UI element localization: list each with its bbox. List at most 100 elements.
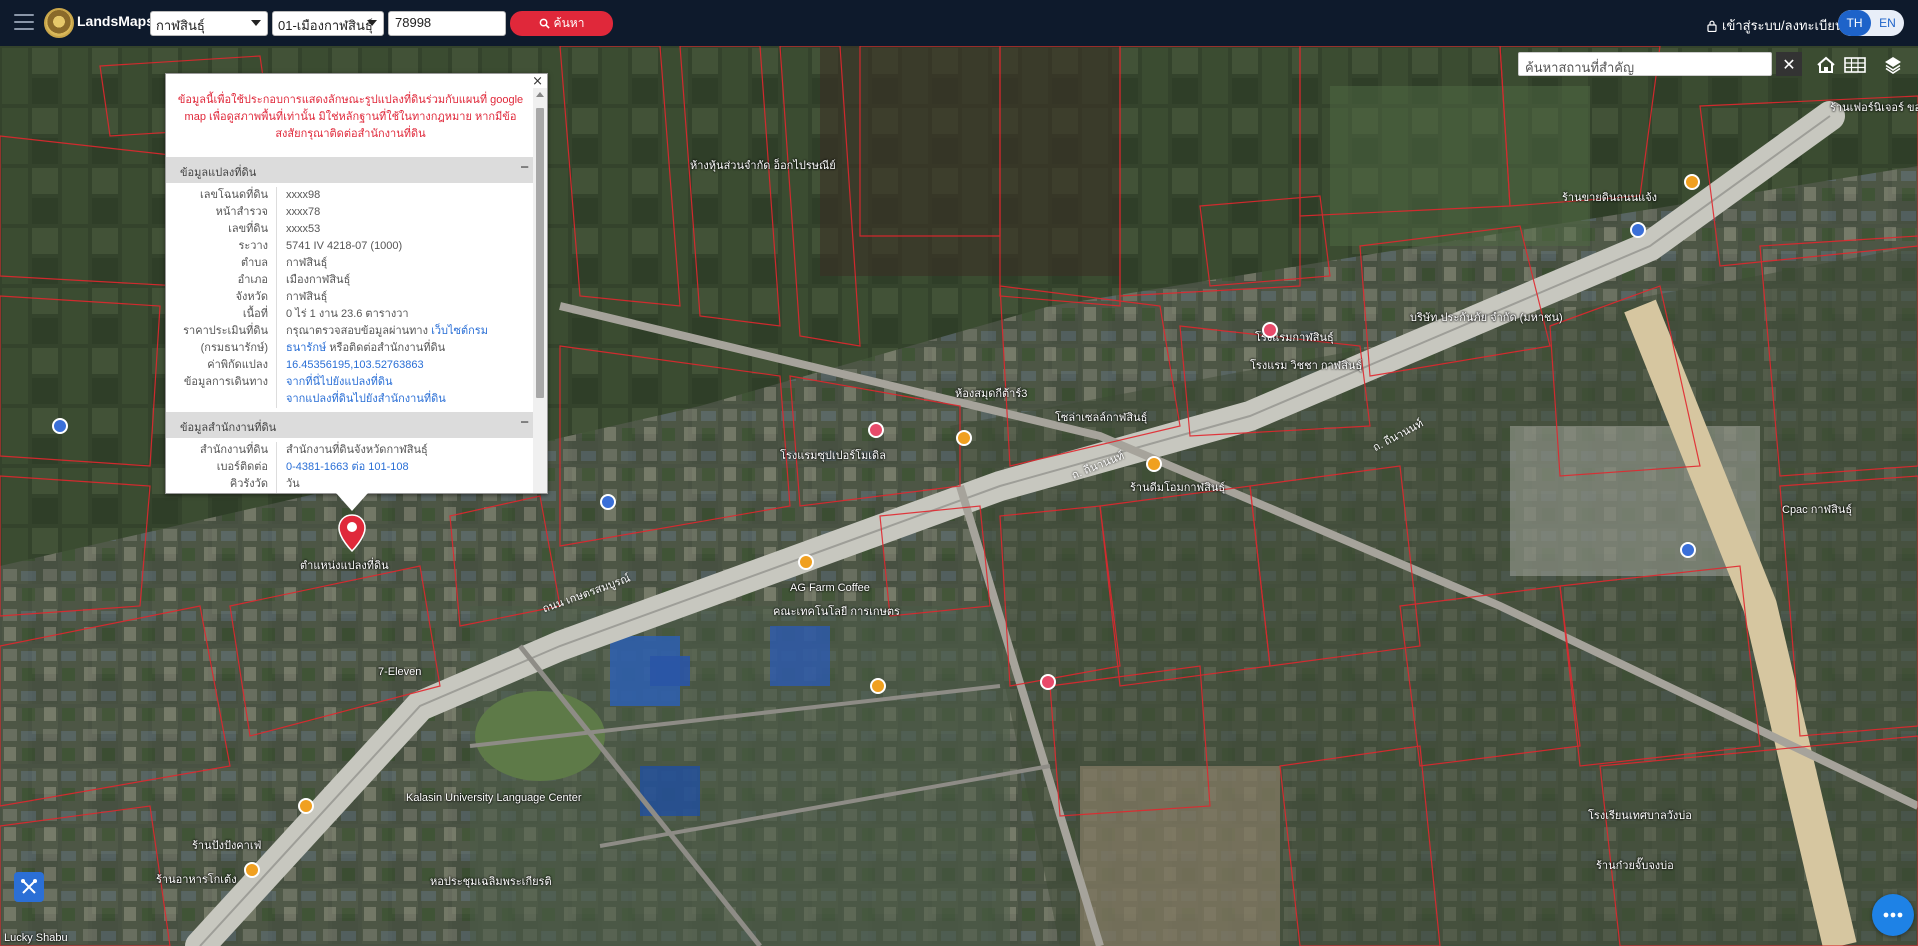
poi-pin-icon[interactable]	[244, 862, 260, 878]
poi-label: คณะเทคโนโลยี การเกษตร	[773, 606, 900, 618]
poi-label: โซล่าเซลล์กาฬสินธุ์	[1055, 412, 1148, 424]
row-key: ค่าพิกัดแปลง	[207, 359, 268, 371]
row-key: สำนักงานที่ดิน	[199, 444, 268, 456]
layers-icon[interactable]	[1880, 52, 1906, 78]
land-info-section-title: ข้อมูลแปลงที่ดิน	[180, 167, 257, 179]
row-value: วัน	[286, 478, 300, 490]
poi-pin-icon[interactable]	[956, 430, 972, 446]
chevron-down-icon	[251, 20, 261, 26]
treasury-website-link[interactable]: เว็บไซต์กรม	[431, 325, 488, 337]
row-key: อำเภอ	[237, 274, 268, 286]
row-value: เมืองกาฬสินธุ์	[286, 274, 351, 286]
top-bar: LandsMaps กาฬสินธุ์ 01-เมืองกาฬสินธุ์ 78…	[0, 0, 1918, 46]
office-info-section-header[interactable]: ข้อมูลสำนักงานที่ดิน −	[166, 412, 535, 438]
collapse-icon[interactable]: −	[520, 414, 529, 431]
login-label: เข้าสู่ระบบ/ลงทะเบียน	[1722, 18, 1844, 33]
treasury-dept-link[interactable]: ธนารักษ์	[286, 342, 326, 354]
parcel-number-input[interactable]: 78998	[388, 11, 506, 36]
more-icon	[1883, 912, 1903, 918]
row-key: ราคาประเมินที่ดิน	[183, 325, 268, 337]
row-key: เลขที่ดิน	[228, 223, 268, 235]
row-value: xxxx53	[286, 223, 321, 235]
poi-label: Cpac กาฬสินธุ์	[1782, 504, 1853, 516]
row-key: เนื้อที่	[242, 308, 268, 320]
row-value: จากแปลงที่ดินไปยังสำนักงานที่ดิน	[277, 391, 535, 408]
row-value: 0-4381-1663 ต่อ 101-108	[277, 459, 535, 476]
chevron-down-icon	[367, 20, 377, 26]
lang-th-button[interactable]: TH	[1838, 10, 1871, 36]
row-key: ตำบล	[240, 257, 268, 269]
office-info-rows: สำนักงานที่ดิน สำนักงานที่ดินจังหวัดกาฬสิ…	[166, 438, 535, 493]
district-select[interactable]: 01-เมืองกาฬสินธุ์	[272, 11, 384, 36]
poi-label: ห้องสมุดกีต้าร์3	[955, 388, 1028, 400]
district-select-value: 01-เมืองกาฬสินธุ์	[278, 18, 373, 33]
poi-pin-icon[interactable]	[600, 494, 616, 510]
office-info-section-title: ข้อมูลสำนักงานที่ดิน	[180, 422, 277, 434]
parcel-marker-label: ตำแหน่งแปลงที่ดิน	[300, 560, 389, 572]
grid-icon[interactable]	[1842, 52, 1868, 78]
poi-label: ร้านปังปังคาเฟ่	[192, 840, 262, 852]
info-row: หน้าสำรวจ xxxx78	[166, 204, 535, 221]
popup-close-button[interactable]: ×	[532, 75, 543, 88]
directions-to-parcel-link[interactable]: จากที่นี่ไปยังแปลงที่ดิน	[286, 376, 392, 388]
collapse-icon[interactable]: −	[520, 159, 529, 176]
poi-label: ร้านก๋วยจั๊บจงบ่อ	[1596, 860, 1674, 872]
landsmaps-logo	[44, 8, 74, 38]
poi-pin-icon[interactable]	[1684, 174, 1700, 190]
poi-label: ร้านดีมโอมกาฬสินธุ์	[1130, 482, 1226, 494]
office-phone-link[interactable]: 0-4381-1663 ต่อ 101-108	[286, 461, 409, 473]
info-row: ราคาประเมินที่ดิน กรุณาตรวจสอบข้อมูลผ่านท…	[166, 323, 535, 340]
row-key: ข้อมูลการเดินทาง	[183, 376, 268, 388]
info-row: จังหวัด กาฬสินธุ์	[166, 289, 535, 306]
poi-pin-icon[interactable]	[1040, 674, 1056, 690]
scrollbar-thumb[interactable]	[536, 108, 544, 398]
poi-pin-icon[interactable]	[1146, 456, 1162, 472]
login-link[interactable]: เข้าสู่ระบบ/ลงทะเบียน	[1707, 15, 1844, 36]
poi-pin-icon[interactable]	[1680, 542, 1696, 558]
popup-scrollbar[interactable]	[533, 88, 547, 493]
measure-tool-button[interactable]	[14, 872, 44, 902]
search-icon	[539, 18, 550, 29]
parcel-marker-icon[interactable]	[338, 514, 366, 556]
poi-pin-icon[interactable]	[1630, 222, 1646, 238]
info-row: (กรมธนารักษ์) ธนารักษ์ หรือติดต่อสำนักงาน…	[166, 340, 535, 357]
info-row: อำเภอ เมืองกาฬสินธุ์	[166, 272, 535, 289]
info-row: เลขโฉนดที่ดิน xxxx98	[166, 187, 535, 204]
lang-en-button[interactable]: EN	[1871, 10, 1904, 36]
row-key: ระวาง	[238, 240, 268, 252]
home-icon[interactable]	[1813, 52, 1839, 78]
menu-icon[interactable]	[14, 14, 34, 30]
land-info-section-header[interactable]: ข้อมูลแปลงที่ดิน −	[166, 157, 535, 183]
poi-pin-icon[interactable]	[868, 422, 884, 438]
poi-pin-icon[interactable]	[52, 418, 68, 434]
poi-label: บริษัท ประกันภัย จำกัด (มหาชน)	[1410, 312, 1563, 324]
poi-label: Lucky Shabu	[4, 932, 68, 944]
brand-name: LandsMaps	[77, 13, 155, 29]
disclaimer-text: ข้อมูลนี้เพื่อใช้ประกอบการแสดงลักษณะรูปแ…	[177, 94, 524, 140]
row-value: 5741 IV 4218-07 (1000)	[286, 240, 403, 252]
row-value: 16.45356195,103.52763863	[277, 357, 535, 374]
province-select-value: กาฬสินธุ์	[156, 18, 205, 33]
row-value: กรุณาตรวจสอบข้อมูลผ่านทาง เว็บไซต์กรม	[277, 323, 535, 340]
row-key: เลขโฉนดที่ดิน	[200, 189, 268, 201]
poi-pin-icon[interactable]	[1262, 322, 1278, 338]
tools-icon	[21, 879, 37, 894]
row-value-text: หรือติดต่อสำนักงานที่ดิน	[326, 342, 446, 354]
poi-pin-icon[interactable]	[798, 554, 814, 570]
place-search-clear-button[interactable]: ✕	[1776, 52, 1802, 76]
search-button-label: ค้นหา	[553, 16, 585, 30]
coordinates-link[interactable]: 16.45356195,103.52763863	[286, 359, 424, 371]
poi-pin-icon[interactable]	[298, 798, 314, 814]
row-key: เบอร์ติดต่อ	[216, 461, 268, 473]
lock-icon	[1707, 20, 1717, 32]
info-row: ข้อมูลการเดินทาง จากที่นี่ไปยังแปลงที่ดิน	[166, 374, 535, 391]
row-value: สำนักงานที่ดินจังหวัดกาฬสินธุ์	[286, 444, 428, 456]
scroll-up-icon[interactable]	[536, 92, 544, 97]
popup-pointer	[336, 493, 368, 511]
chat-button[interactable]	[1872, 894, 1914, 936]
directions-to-office-link[interactable]: จากแปลงที่ดินไปยังสำนักงานที่ดิน	[286, 393, 446, 405]
poi-pin-icon[interactable]	[870, 678, 886, 694]
place-search-input[interactable]: ค้นหาสถานที่สำคัญ	[1518, 52, 1772, 76]
province-select[interactable]: กาฬสินธุ์	[150, 11, 268, 36]
search-button[interactable]: ค้นหา	[510, 11, 613, 36]
